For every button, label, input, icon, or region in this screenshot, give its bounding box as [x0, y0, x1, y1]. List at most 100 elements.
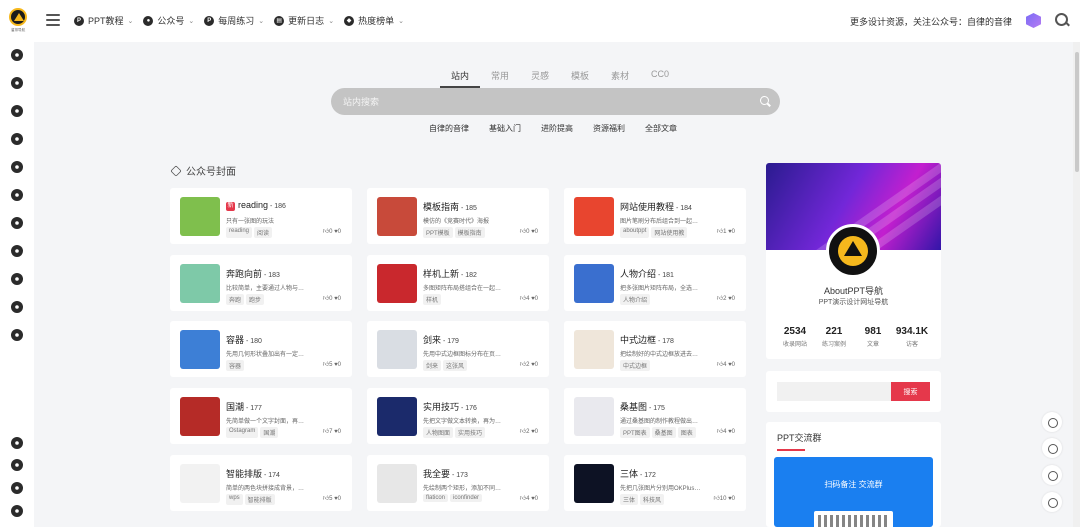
card-title[interactable]: 网站使用教程 - 184 — [620, 200, 692, 213]
tab-cc0[interactable]: CC0 — [640, 69, 680, 88]
nav-item-wechat[interactable]: ● 公众号 ⌄ — [143, 14, 194, 27]
article-card[interactable]: 样机上新 - 182 多图矩阵布局搭组合在一起，挥控... 样机 👍︎4 ♥0 — [367, 255, 549, 311]
card-tag[interactable]: 人物图面 — [423, 427, 454, 438]
article-card[interactable]: 人物介绍 - 181 把多张图片矩阵布局，全选组合后... 人物介绍 👍︎2 ♥0 — [564, 255, 746, 311]
card-tag[interactable]: wps — [226, 494, 243, 505]
quick-link[interactable]: 进阶提高 — [541, 123, 573, 134]
search-icon[interactable] — [760, 96, 771, 107]
article-card[interactable]: 国潮 - 177先简单做一个文字封面，再找一张...Ostagram国潮👍︎7 … — [170, 388, 352, 444]
search-input[interactable] — [343, 94, 743, 109]
sidebar-item-info-icon[interactable] — [11, 301, 23, 313]
float-search-icon[interactable] — [1042, 412, 1062, 432]
scrollbar-thumb[interactable] — [1075, 52, 1079, 172]
card-tag[interactable]: 跑步 — [246, 294, 265, 305]
sidebar-item-ppt-icon[interactable] — [11, 482, 23, 494]
card-thumbnail[interactable] — [574, 464, 614, 503]
article-card[interactable]: 剑来 - 179 先用中式边框图标分布在页面上... 剑来 这张风 👍︎2 ♥0 — [367, 321, 549, 377]
tab-template[interactable]: 模板 — [560, 69, 600, 88]
card-title[interactable]: 中式边框 - 178 — [620, 333, 674, 346]
card-tag[interactable]: 奔跑 — [226, 294, 245, 305]
sidebar-search-button[interactable]: 搜索 — [891, 382, 930, 401]
card-tag[interactable]: iconfinder — [450, 494, 483, 502]
card-tag[interactable]: flaticon — [423, 494, 449, 502]
wechat-promo-text[interactable]: 更多设计资源，关注公众号：自律的音律 — [850, 15, 1012, 28]
sidebar-item-chat-icon[interactable] — [11, 49, 23, 61]
quick-link[interactable]: 基础入门 — [489, 123, 521, 134]
card-title[interactable]: 实用技巧 - 176 — [423, 400, 477, 413]
card-tag[interactable]: 人物介绍 — [620, 294, 651, 305]
card-tag[interactable]: aboutppt — [620, 227, 650, 238]
card-tag[interactable]: 三体 — [620, 494, 639, 505]
card-tag[interactable]: 模板指南 — [454, 227, 485, 238]
article-card[interactable]: 容器 - 180 先用几何形状叠加出有一定效果的... 容器 👍︎5 ♥0 — [170, 321, 352, 377]
article-card[interactable]: 桑基图 - 175通过桑基图的制作教程做出社交的...PPT图表桑基图图表👍︎4… — [564, 388, 746, 444]
card-thumbnail[interactable] — [377, 197, 417, 236]
tab-site[interactable]: 站内 — [440, 69, 480, 88]
tab-common[interactable]: 常用 — [480, 69, 520, 88]
card-tag[interactable]: 实用技巧 — [455, 427, 486, 438]
nav-item-changelog[interactable]: ▤ 更新日志 ⌄ — [274, 14, 334, 27]
card-thumbnail[interactable] — [180, 197, 220, 236]
article-card[interactable]: 智能排版 - 174简单的两色块拼接成背景，在两侧...wps智能排版👍︎5 ♥… — [170, 455, 352, 511]
article-card[interactable]: 三体 - 172 先把几张图片分别用OKPlus插件调... 三体科技风 👍︎10 ♥… — [564, 455, 746, 511]
card-tag[interactable]: 国潮 — [260, 427, 279, 438]
tab-inspiration[interactable]: 灵感 — [520, 69, 560, 88]
card-tag[interactable]: PPT模板 — [423, 227, 453, 238]
card-thumbnail[interactable] — [377, 464, 417, 503]
card-title[interactable]: 智能排版 - 174 — [226, 467, 280, 480]
card-tag[interactable]: 阅读 — [254, 227, 273, 238]
sidebar-item-video-icon[interactable] — [11, 329, 23, 341]
card-thumbnail[interactable] — [180, 330, 220, 369]
card-title[interactable]: 三体 - 172 — [620, 467, 656, 480]
sidebar-item-link-icon[interactable] — [11, 189, 23, 201]
sidebar-item-star-icon[interactable] — [11, 273, 23, 285]
quick-link[interactable]: 自律的音律 — [429, 123, 469, 134]
sidebar-item-check-icon[interactable] — [11, 105, 23, 117]
site-logo[interactable]: 溜排导航 — [8, 8, 28, 34]
article-card[interactable]: 实用技巧 - 176先把文字做文本转换，再为其设置...人物图面实用技巧👍︎2 … — [367, 388, 549, 444]
menu-icon[interactable] — [46, 14, 60, 26]
sidebar-item-record-icon[interactable] — [11, 161, 23, 173]
nav-item-hot-list[interactable]: ◆ 热度榜单 ⌄ — [344, 14, 404, 27]
sidebar-item-user-icon[interactable] — [11, 77, 23, 89]
card-tag[interactable]: 图表 — [677, 427, 696, 438]
card-thumbnail[interactable] — [574, 397, 614, 436]
tab-assets[interactable]: 素材 — [600, 69, 640, 88]
sidebar-item-links-icon[interactable] — [11, 459, 23, 471]
card-thumbnail[interactable] — [180, 397, 220, 436]
card-title[interactable]: 人物介绍 - 181 — [620, 267, 674, 280]
float-tag-icon[interactable] — [1042, 438, 1062, 458]
card-thumbnail[interactable] — [574, 264, 614, 303]
card-tag[interactable]: 容器 — [226, 360, 245, 371]
article-card[interactable]: 模板指南 - 185 模仿的《竞赛时代》海报 PPT模板 模板指南 👍︎0 ♥0 — [367, 188, 549, 244]
sidebar-search-input[interactable] — [777, 382, 891, 401]
card-title[interactable]: 奔跑向前 - 183 — [226, 267, 280, 280]
nav-item-weekly-practice[interactable]: P 每周练习 ⌄ — [204, 14, 264, 27]
quick-link[interactable]: 资源福利 — [593, 123, 625, 134]
card-thumbnail[interactable] — [377, 264, 417, 303]
float-list-icon[interactable] — [1042, 465, 1062, 485]
card-tag[interactable]: 科技风 — [640, 494, 665, 505]
card-thumbnail[interactable] — [377, 330, 417, 369]
card-title[interactable]: 剑来 - 179 — [423, 333, 459, 346]
article-card[interactable]: 奔跑向前 - 183 比较简单，主要通过人物与色块搭... 奔跑跑步 👍︎0 ♥0 — [170, 255, 352, 311]
sidebar-item-gear-icon[interactable] — [11, 245, 23, 257]
card-thumbnail[interactable] — [377, 397, 417, 436]
sidebar-item-globe-icon[interactable] — [11, 133, 23, 145]
card-tag[interactable]: Ostagram — [226, 427, 259, 438]
card-tag[interactable]: 智能排版 — [244, 494, 275, 505]
card-tag[interactable]: 桑基图 — [651, 427, 676, 438]
quick-link[interactable]: 全部文章 — [645, 123, 677, 134]
card-title[interactable]: 样机上新 - 182 — [423, 267, 477, 280]
card-tag[interactable]: 这张风 — [443, 360, 468, 371]
card-tag[interactable]: reading — [226, 227, 253, 238]
card-tag[interactable]: PPT图表 — [620, 427, 650, 438]
card-thumbnail[interactable] — [574, 197, 614, 236]
card-title[interactable]: 国潮 - 177 — [226, 400, 262, 413]
sidebar-item-tool-icon[interactable] — [11, 217, 23, 229]
sidebar-item-help-icon[interactable] — [11, 437, 23, 449]
avatar[interactable] — [826, 224, 880, 278]
article-card[interactable]: 我全要 - 173 先绘制两个矩形，添加不同的logo... flaticonico… — [367, 455, 549, 511]
float-moon-icon[interactable] — [1042, 492, 1062, 512]
card-tag[interactable]: 网站使用教 — [651, 227, 688, 238]
